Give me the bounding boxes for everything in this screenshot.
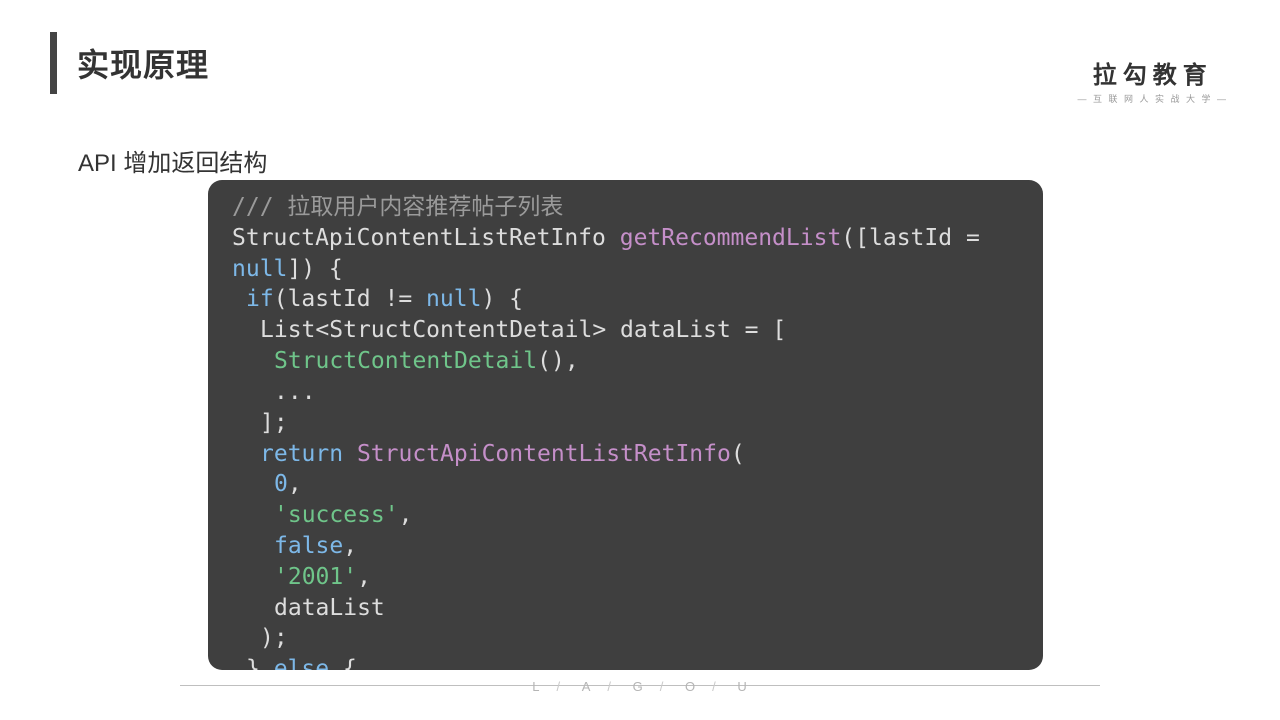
code-comma5: , [357, 564, 371, 590]
footer-letters: L / A / G / O / U [0, 679, 1280, 694]
code-comment: /// 拉取用户内容推荐帖子列表 [232, 194, 563, 220]
code-arg-ident: dataList [274, 595, 385, 621]
code-param-open: ([ [841, 225, 869, 251]
title-bar: 实现原理 [50, 32, 209, 94]
code-list-decl-b: > dataList = [ [592, 317, 786, 343]
code-list-decl-type: StructContentDetail [329, 317, 592, 343]
code-param-close: ]) { [287, 256, 342, 282]
page-title: 实现原理 [77, 40, 209, 86]
footer-g: G [633, 679, 644, 694]
code-param-name: lastId [869, 225, 952, 251]
code-arg-str2: '2001' [274, 564, 357, 590]
code-else-open: { [329, 656, 357, 670]
code-arg-num: 0 [274, 471, 288, 497]
code-return-kw: return [260, 441, 343, 467]
code-ret-close: ); [260, 625, 288, 651]
footer-sep1: / [556, 679, 561, 694]
code-ret-ctor: StructApiContentListRetInfo [357, 441, 731, 467]
code-else-kw: else [274, 656, 329, 670]
code-comma1: , [565, 348, 579, 374]
code-if-null: null [426, 286, 481, 312]
brand-logo-sub: — 互 联 网 人 实 战 大 学 — [1077, 92, 1228, 105]
code-if-close: ) { [481, 286, 523, 312]
code-arg-str1: 'success' [274, 502, 399, 528]
code-comma3: , [399, 502, 413, 528]
slide: 实现原理 拉勾教育 — 互 联 网 人 实 战 大 学 — API 增加返回结构… [0, 0, 1280, 720]
footer-l: L [532, 679, 540, 694]
code-list-decl-a: List< [260, 317, 329, 343]
code-if-open: ( [274, 286, 288, 312]
code-param-default: null [232, 256, 287, 282]
code-comma4: , [343, 533, 357, 559]
title-rule [50, 32, 57, 94]
code-if-kw: if [246, 286, 274, 312]
code-ctor1: StructContentDetail [274, 348, 537, 374]
footer-u: U [737, 679, 747, 694]
code-ellipsis: ... [274, 379, 316, 405]
code-ctor1-paren: () [537, 348, 565, 374]
footer-sep4: / [712, 679, 717, 694]
brand-logo-main: 拉勾教育 [1077, 55, 1228, 90]
footer-sep2: / [607, 679, 612, 694]
code-if-var: lastId [288, 286, 371, 312]
code-block: /// 拉取用户内容推荐帖子列表 StructApiContentListRet… [208, 180, 1043, 670]
code-param-eq: = [952, 225, 980, 251]
code-list-close: ]; [260, 410, 288, 436]
footer-sep3: / [660, 679, 665, 694]
brand-logo: 拉勾教育 — 互 联 网 人 实 战 大 学 — [1077, 55, 1228, 105]
code-comma2: , [288, 471, 302, 497]
footer-o: O [685, 679, 696, 694]
code-func-name: getRecommendList [620, 225, 842, 251]
code-ret-open: ( [731, 441, 745, 467]
code-block-close: } [246, 656, 260, 670]
section-subtitle: API 增加返回结构 [78, 143, 267, 178]
code-arg-bool: false [274, 533, 343, 559]
footer-a: A [582, 679, 592, 694]
code-if-op: != [371, 286, 426, 312]
code-return-type: StructApiContentListRetInfo [232, 225, 606, 251]
